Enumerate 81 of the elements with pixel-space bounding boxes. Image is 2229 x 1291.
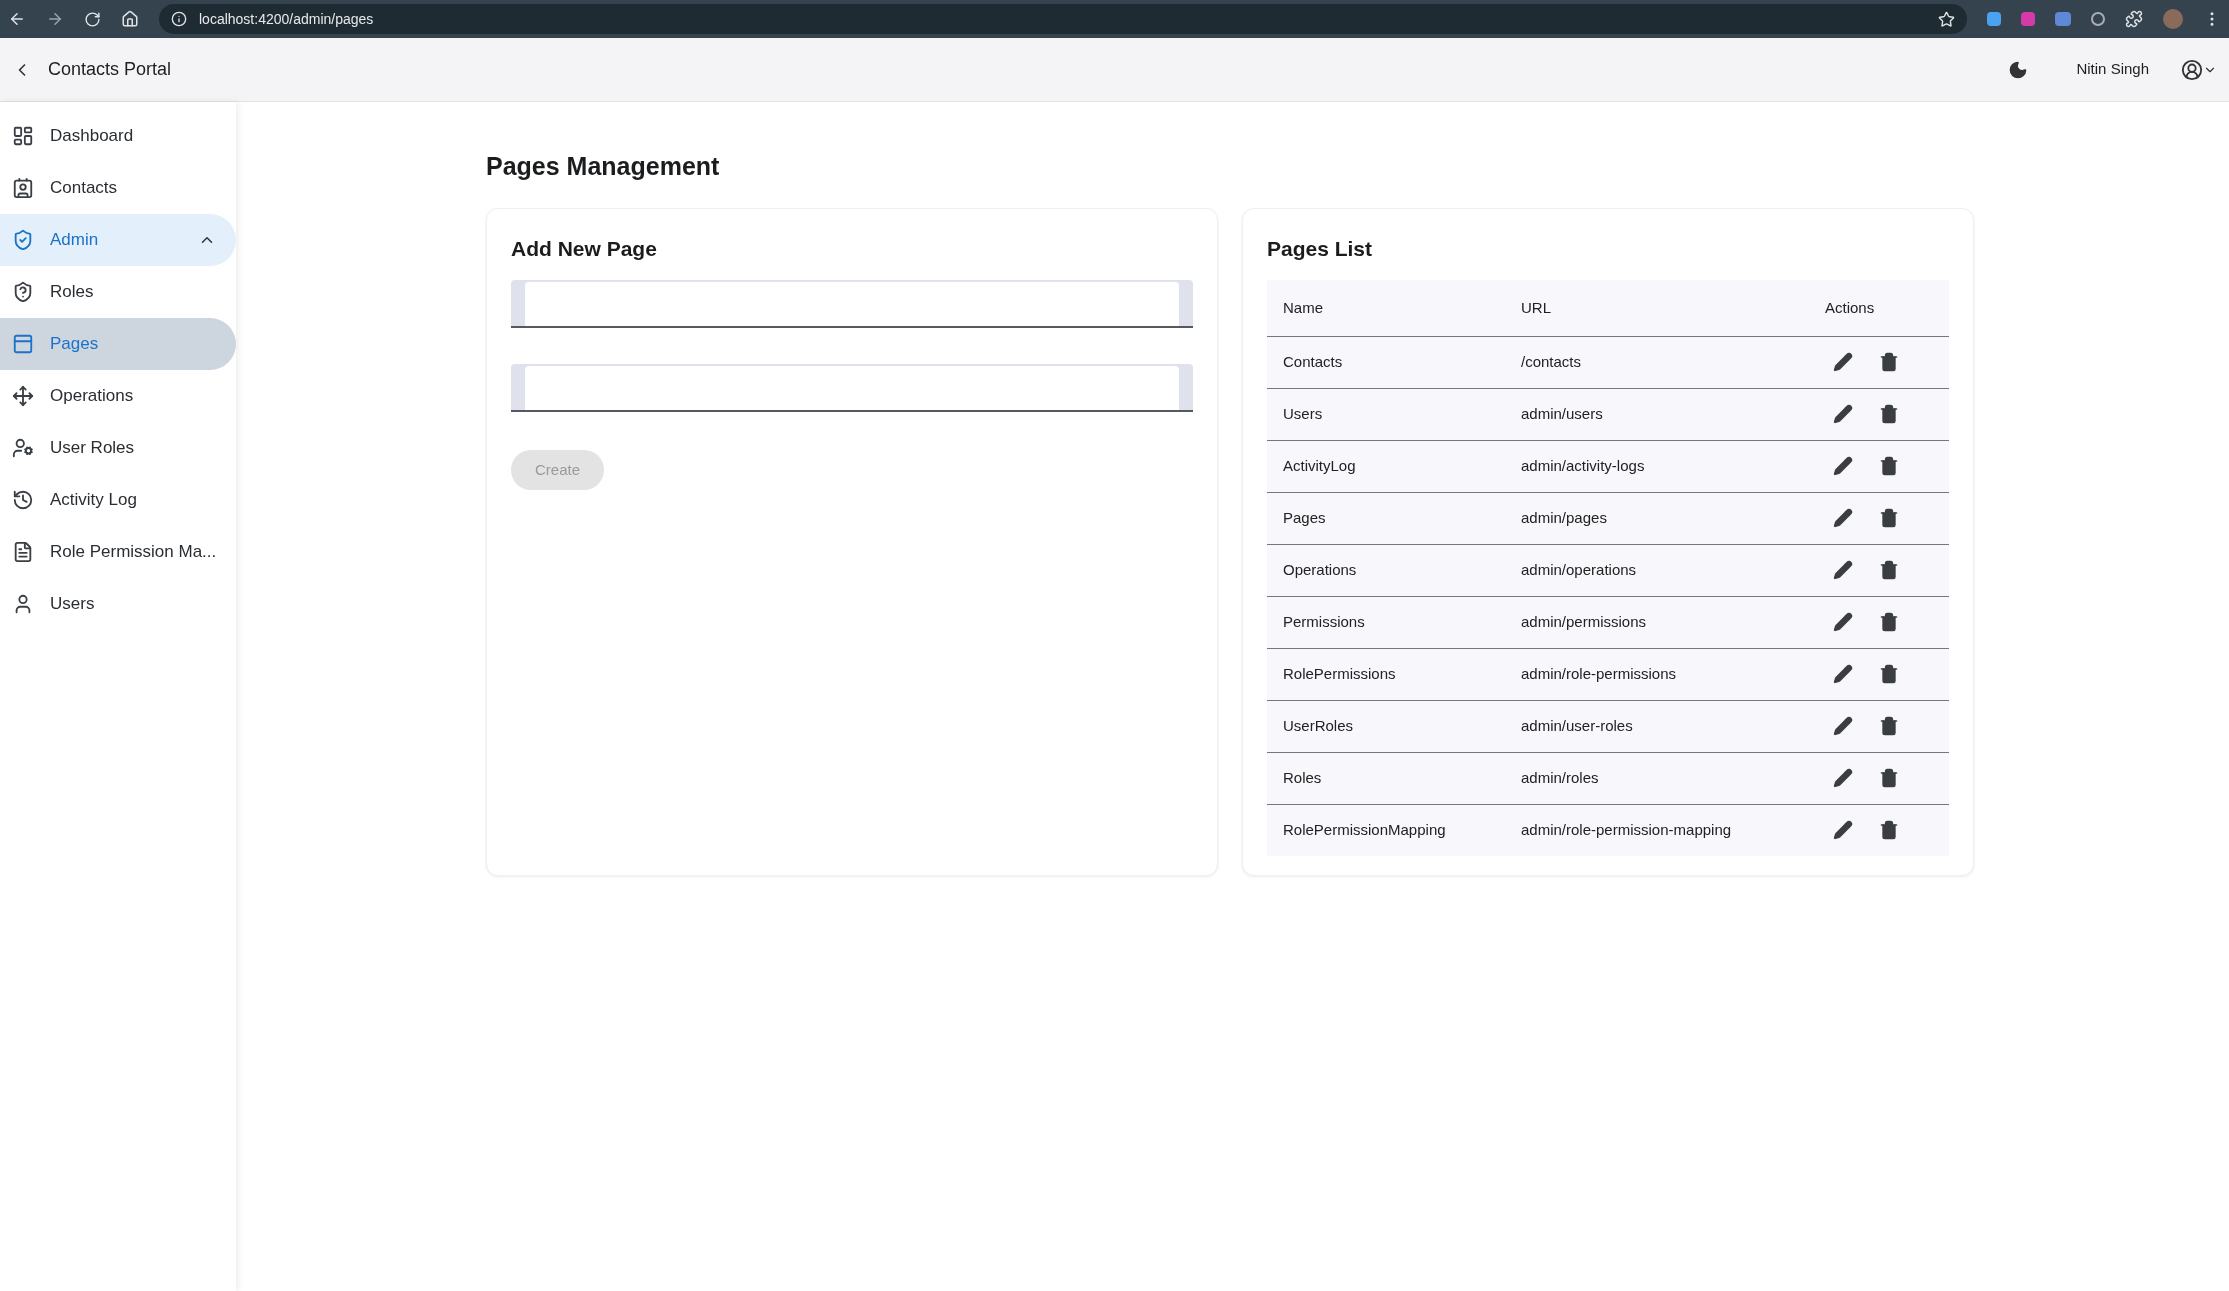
table-cell: admin/operations xyxy=(1505,544,1809,596)
table-cell: ActivityLog xyxy=(1267,440,1505,492)
table-cell: Permissions xyxy=(1267,596,1505,648)
shield-icon xyxy=(12,281,34,303)
account-menu-button[interactable] xyxy=(2181,58,2217,81)
input-field[interactable] xyxy=(511,280,1193,328)
table-cell: UserRoles xyxy=(1267,700,1505,752)
delete-icon[interactable] xyxy=(1879,508,1899,528)
edit-icon[interactable] xyxy=(1833,768,1853,788)
delete-icon[interactable] xyxy=(1879,768,1899,788)
sidebar-item[interactable]: Activity Log xyxy=(0,474,236,526)
star-icon[interactable] xyxy=(1938,10,1955,28)
table-cell: admin/user-roles xyxy=(1505,700,1809,752)
input-field[interactable] xyxy=(511,364,1193,412)
table-cell: RolePermissionMapping xyxy=(1267,804,1505,856)
sidebar-item[interactable]: Dashboard xyxy=(0,110,236,162)
card-title: Add New Page xyxy=(511,235,658,262)
dashboard-icon xyxy=(12,125,34,147)
puzzle-icon[interactable] xyxy=(2125,10,2143,28)
card-title: Pages List xyxy=(1267,235,1374,262)
back-icon[interactable] xyxy=(8,10,26,28)
table-cell: admin/activity-logs xyxy=(1505,440,1809,492)
document-icon xyxy=(12,541,34,563)
table-cell: /contacts xyxy=(1505,336,1809,388)
user-gear-icon xyxy=(12,437,34,459)
sidebar-item[interactable]: Admin xyxy=(0,214,236,266)
edit-icon[interactable] xyxy=(1833,560,1853,580)
edit-icon[interactable] xyxy=(1833,664,1853,684)
edit-icon[interactable] xyxy=(1833,352,1853,372)
home-icon[interactable] xyxy=(121,10,139,28)
sidebar-item[interactable]: Contacts xyxy=(0,162,236,214)
table-cell: admin/role-permission-mapping xyxy=(1505,804,1809,856)
column-header: Name xyxy=(1267,280,1505,336)
sidebar-item[interactable]: Role Permission Ma... xyxy=(0,526,236,578)
sidebar-item[interactable]: User Roles xyxy=(0,422,236,474)
moon-icon[interactable] xyxy=(2008,59,2029,80)
arrows-icon xyxy=(12,385,34,407)
edit-icon[interactable] xyxy=(1833,508,1853,528)
delete-icon[interactable] xyxy=(1879,664,1899,684)
forward-icon[interactable] xyxy=(46,10,64,28)
app-title: Contacts Portal xyxy=(48,58,172,81)
delete-icon[interactable] xyxy=(1879,716,1899,736)
contact-card-icon xyxy=(12,177,34,199)
info-icon xyxy=(171,11,187,27)
table-cell: admin/pages xyxy=(1505,492,1809,544)
table-cell: admin/permissions xyxy=(1505,596,1809,648)
delete-icon[interactable] xyxy=(1879,456,1899,476)
delete-icon[interactable] xyxy=(1879,612,1899,632)
extension-icon[interactable] xyxy=(2091,12,2105,26)
account-icon xyxy=(2181,58,2203,81)
extension-icon[interactable] xyxy=(1987,12,2001,26)
edit-icon[interactable] xyxy=(1833,820,1853,841)
table-cell: Operations xyxy=(1267,544,1505,596)
table-cell: Roles xyxy=(1267,752,1505,804)
shield-icon xyxy=(12,229,34,251)
table-cell: Users xyxy=(1267,388,1505,440)
column-header: URL xyxy=(1505,280,1809,336)
table-cell: RolePermissions xyxy=(1267,648,1505,700)
edit-icon[interactable] xyxy=(1833,612,1853,632)
sidebar-item[interactable]: Users xyxy=(0,578,236,630)
address-bar[interactable]: localhost:4200/admin/pages xyxy=(159,4,1967,34)
user-name: Nitin Singh xyxy=(2076,59,2149,80)
page-title: Pages Management xyxy=(486,151,721,182)
table-cell: Contacts xyxy=(1267,336,1505,388)
table-cell: Pages xyxy=(1267,492,1505,544)
edit-icon[interactable] xyxy=(1833,456,1853,476)
delete-icon[interactable] xyxy=(1879,352,1899,372)
window-icon xyxy=(12,333,34,355)
history-icon xyxy=(12,489,34,511)
table-cell: admin/roles xyxy=(1505,752,1809,804)
edit-icon[interactable] xyxy=(1833,716,1853,736)
delete-icon[interactable] xyxy=(1879,560,1899,580)
column-header: Actions xyxy=(1809,280,1949,336)
reload-icon[interactable] xyxy=(84,10,101,28)
table-cell: admin/users xyxy=(1505,388,1809,440)
edit-icon[interactable] xyxy=(1833,404,1853,424)
delete-icon[interactable] xyxy=(1879,820,1899,841)
sidebar-item[interactable]: Roles xyxy=(0,266,236,318)
delete-icon[interactable] xyxy=(1879,404,1899,424)
table-cell: admin/role-permissions xyxy=(1505,648,1809,700)
sidebar-item[interactable]: Operations xyxy=(0,370,236,422)
